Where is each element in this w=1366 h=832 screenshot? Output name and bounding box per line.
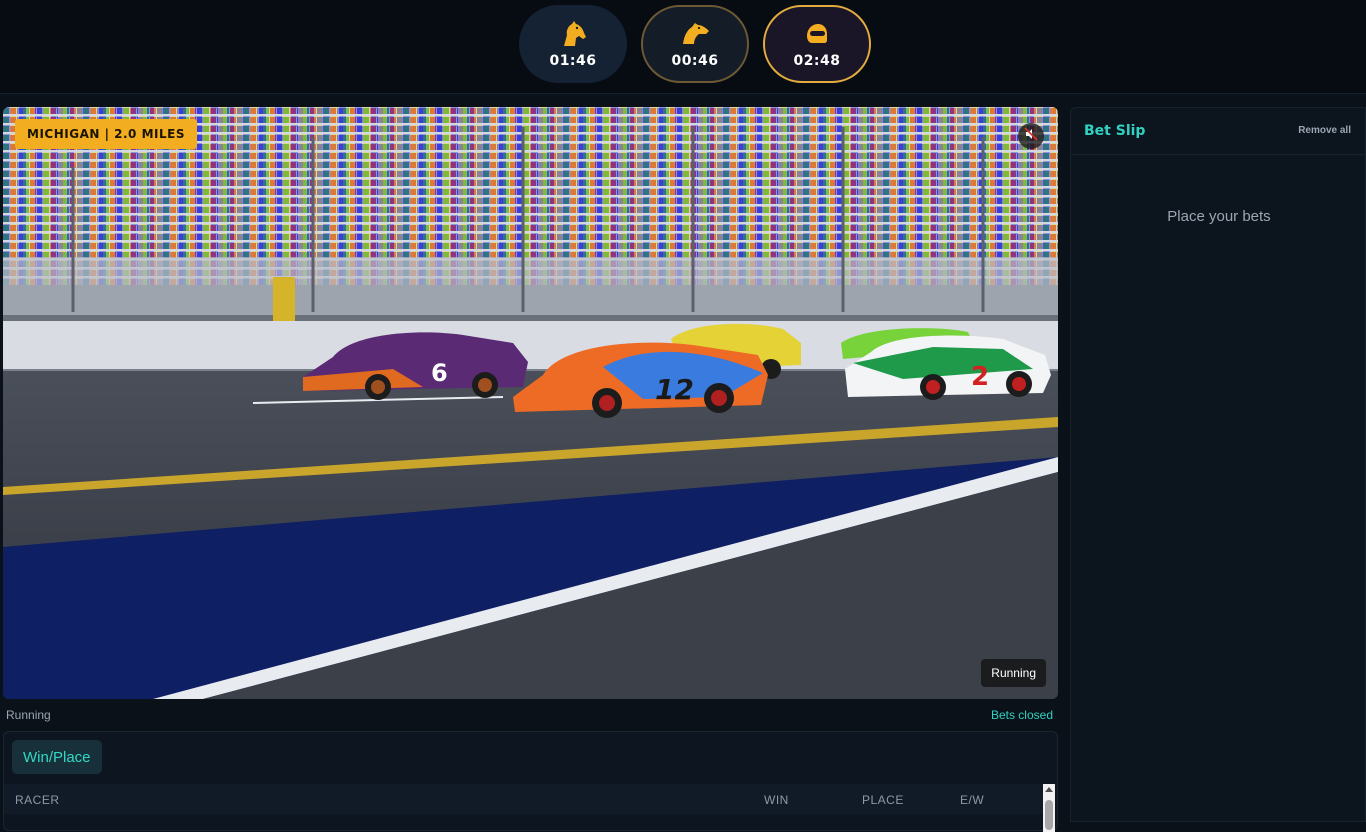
race-tab-motor[interactable]: 02:48 [763,5,871,83]
race-status-pill: Running [981,659,1046,687]
scroll-thumb[interactable] [1045,800,1053,830]
bet-slip-header: Bet Slip Remove all [1071,108,1366,155]
tab-win-place[interactable]: Win/Place [12,740,102,774]
mute-button[interactable] [1018,123,1044,149]
remove-all-button[interactable]: Remove all [1298,125,1351,136]
column-header-each-way: E/W [960,793,985,807]
svg-text:12: 12 [655,373,694,406]
race-tab-greyhound[interactable]: 00:46 [641,5,749,83]
race-status-row: Running Bets closed [0,706,1058,726]
market-table-scrollbar[interactable] [1043,784,1055,832]
greyhound-head-icon [679,19,711,49]
race-countdown: 01:46 [549,53,597,69]
market-table-header: RACER WIN PLACE E/W [4,784,1044,814]
bet-slip-empty-message: Place your bets [1167,208,1271,225]
race-scene-image: 6 12 2 [3,107,1058,699]
race-status-text: Running [6,708,51,722]
racing-helmet-icon [801,19,833,49]
column-header-win: WIN [764,793,789,807]
race-countdown: 00:46 [671,53,719,69]
svg-text:6: 6 [431,359,448,387]
race-countdown: 02:48 [793,53,841,69]
bets-status-text: Bets closed [990,708,1053,722]
scroll-up-icon[interactable] [1045,787,1053,792]
column-header-place: PLACE [862,793,904,807]
race-video[interactable]: 6 12 2 MICHIGAN | 2.0 MILES Running [3,107,1058,699]
horse-head-icon [557,19,589,49]
betting-market-panel: Win/Place RACER WIN PLACE E/W [3,731,1058,832]
bet-slip-panel: Bet Slip Remove all Place your bets [1070,107,1366,822]
track-info-badge: MICHIGAN | 2.0 MILES [15,119,197,149]
svg-text:2: 2 [971,362,989,392]
speaker-muted-icon [1024,126,1038,146]
bet-slip-title: Bet Slip [1084,123,1146,139]
race-tab-horse[interactable]: 01:46 [519,5,627,83]
column-header-racer: RACER [15,793,60,807]
top-race-bar: 01:46 00:46 02:48 [0,0,1366,94]
